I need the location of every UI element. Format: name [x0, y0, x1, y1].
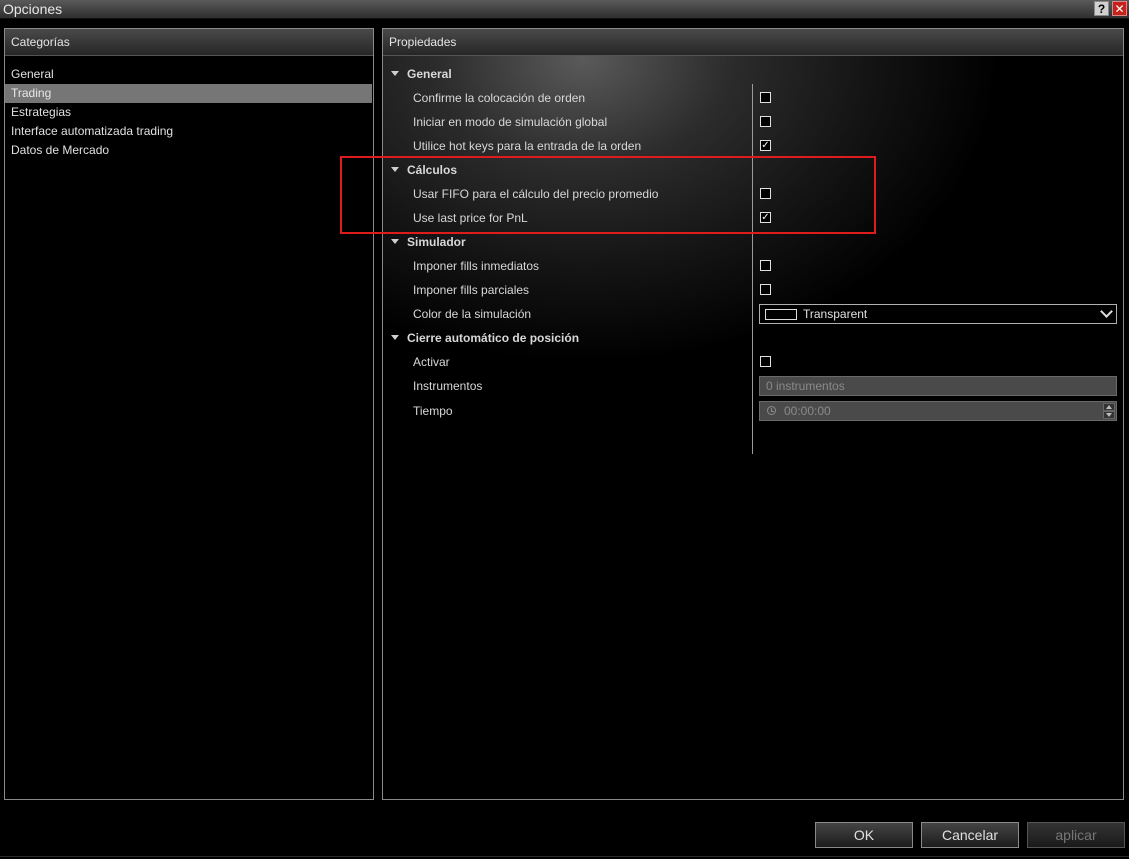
collapse-triangle-icon[interactable] — [391, 71, 399, 76]
row-fills-inmediatos: Imponer fills inmediatos — [383, 254, 1123, 278]
activar-checkbox[interactable] — [760, 356, 771, 367]
spin-up-icon[interactable] — [1103, 403, 1115, 411]
category-estrategias[interactable]: Estrategias — [5, 103, 373, 122]
row-instrumentos: Instrumentos 0 instrumentos — [383, 374, 1123, 398]
hot-keys-checkbox[interactable] — [760, 140, 771, 151]
row-fills-parciales: Imponer fills parciales — [383, 278, 1123, 302]
color-swatch — [765, 309, 797, 320]
confirm-order-label: Confirme la colocación de orden — [413, 91, 586, 105]
collapse-triangle-icon[interactable] — [391, 335, 399, 340]
confirm-order-checkbox[interactable] — [760, 92, 771, 103]
categories-list: General Trading Estrategias Interface au… — [5, 56, 373, 160]
chevron-down-icon[interactable] — [1100, 305, 1113, 318]
collapse-triangle-icon[interactable] — [391, 239, 399, 244]
tiempo-label: Tiempo — [413, 404, 453, 418]
ok-button[interactable]: OK — [815, 822, 913, 848]
tiempo-value: 00:00:00 — [784, 404, 831, 418]
apply-button[interactable]: aplicar — [1027, 822, 1125, 848]
fills-inmediatos-label: Imponer fills inmediatos — [413, 259, 540, 273]
close-icon[interactable]: ✕ — [1112, 1, 1127, 16]
color-simulacion-label: Color de la simulación — [413, 307, 532, 321]
category-datos-mercado[interactable]: Datos de Mercado — [5, 141, 373, 160]
title-bar: Opciones ? ✕ — [0, 0, 1129, 19]
spin-down-icon[interactable] — [1103, 411, 1115, 419]
start-simulation-checkbox[interactable] — [760, 116, 771, 127]
help-icon[interactable]: ? — [1094, 1, 1109, 16]
bottom-divider — [0, 856, 1129, 857]
cancel-button[interactable]: Cancelar — [921, 822, 1019, 848]
group-cierre-label: Cierre automático de posición — [407, 331, 580, 345]
category-interface-automatizada[interactable]: Interface automatizada trading — [5, 122, 373, 141]
row-tiempo: Tiempo 00:00:00 — [383, 399, 1123, 423]
activar-label: Activar — [413, 355, 450, 369]
fills-inmediatos-checkbox[interactable] — [760, 260, 771, 271]
group-general-label: General — [407, 67, 452, 81]
start-simulation-label: Iniciar en modo de simulación global — [413, 115, 608, 129]
properties-header: Propiedades — [383, 29, 1123, 56]
category-general[interactable]: General — [5, 65, 373, 84]
instrumentos-field[interactable]: 0 instrumentos — [759, 376, 1117, 396]
hot-keys-label: Utilice hot keys para la entrada de la o… — [413, 139, 642, 153]
categories-header: Categorías — [5, 29, 373, 56]
row-activar: Activar — [383, 350, 1123, 374]
categories-panel: Categorías General Trading Estrategias I… — [4, 28, 374, 800]
row-start-simulation: Iniciar en modo de simulación global — [383, 110, 1123, 134]
fills-parciales-label: Imponer fills parciales — [413, 283, 530, 297]
highlight-box — [340, 156, 876, 234]
row-hot-keys: Utilice hot keys para la entrada de la o… — [383, 134, 1123, 158]
row-color-simulacion: Color de la simulación Transparent — [383, 302, 1123, 326]
fills-parciales-checkbox[interactable] — [760, 284, 771, 295]
category-trading[interactable]: Trading — [5, 84, 372, 103]
window-title: Opciones — [3, 1, 63, 17]
color-simulacion-value: Transparent — [803, 307, 868, 321]
color-simulacion-dropdown[interactable]: Transparent — [759, 304, 1117, 324]
clock-icon — [767, 406, 776, 415]
property-grid: General Confirme la colocación de orden … — [383, 56, 1123, 456]
properties-panel: Propiedades General Confirme la colocaci… — [382, 28, 1124, 800]
tiempo-field[interactable]: 00:00:00 — [759, 401, 1117, 421]
row-confirm-order: Confirme la colocación de orden — [383, 86, 1123, 110]
instrumentos-label: Instrumentos — [413, 379, 483, 393]
